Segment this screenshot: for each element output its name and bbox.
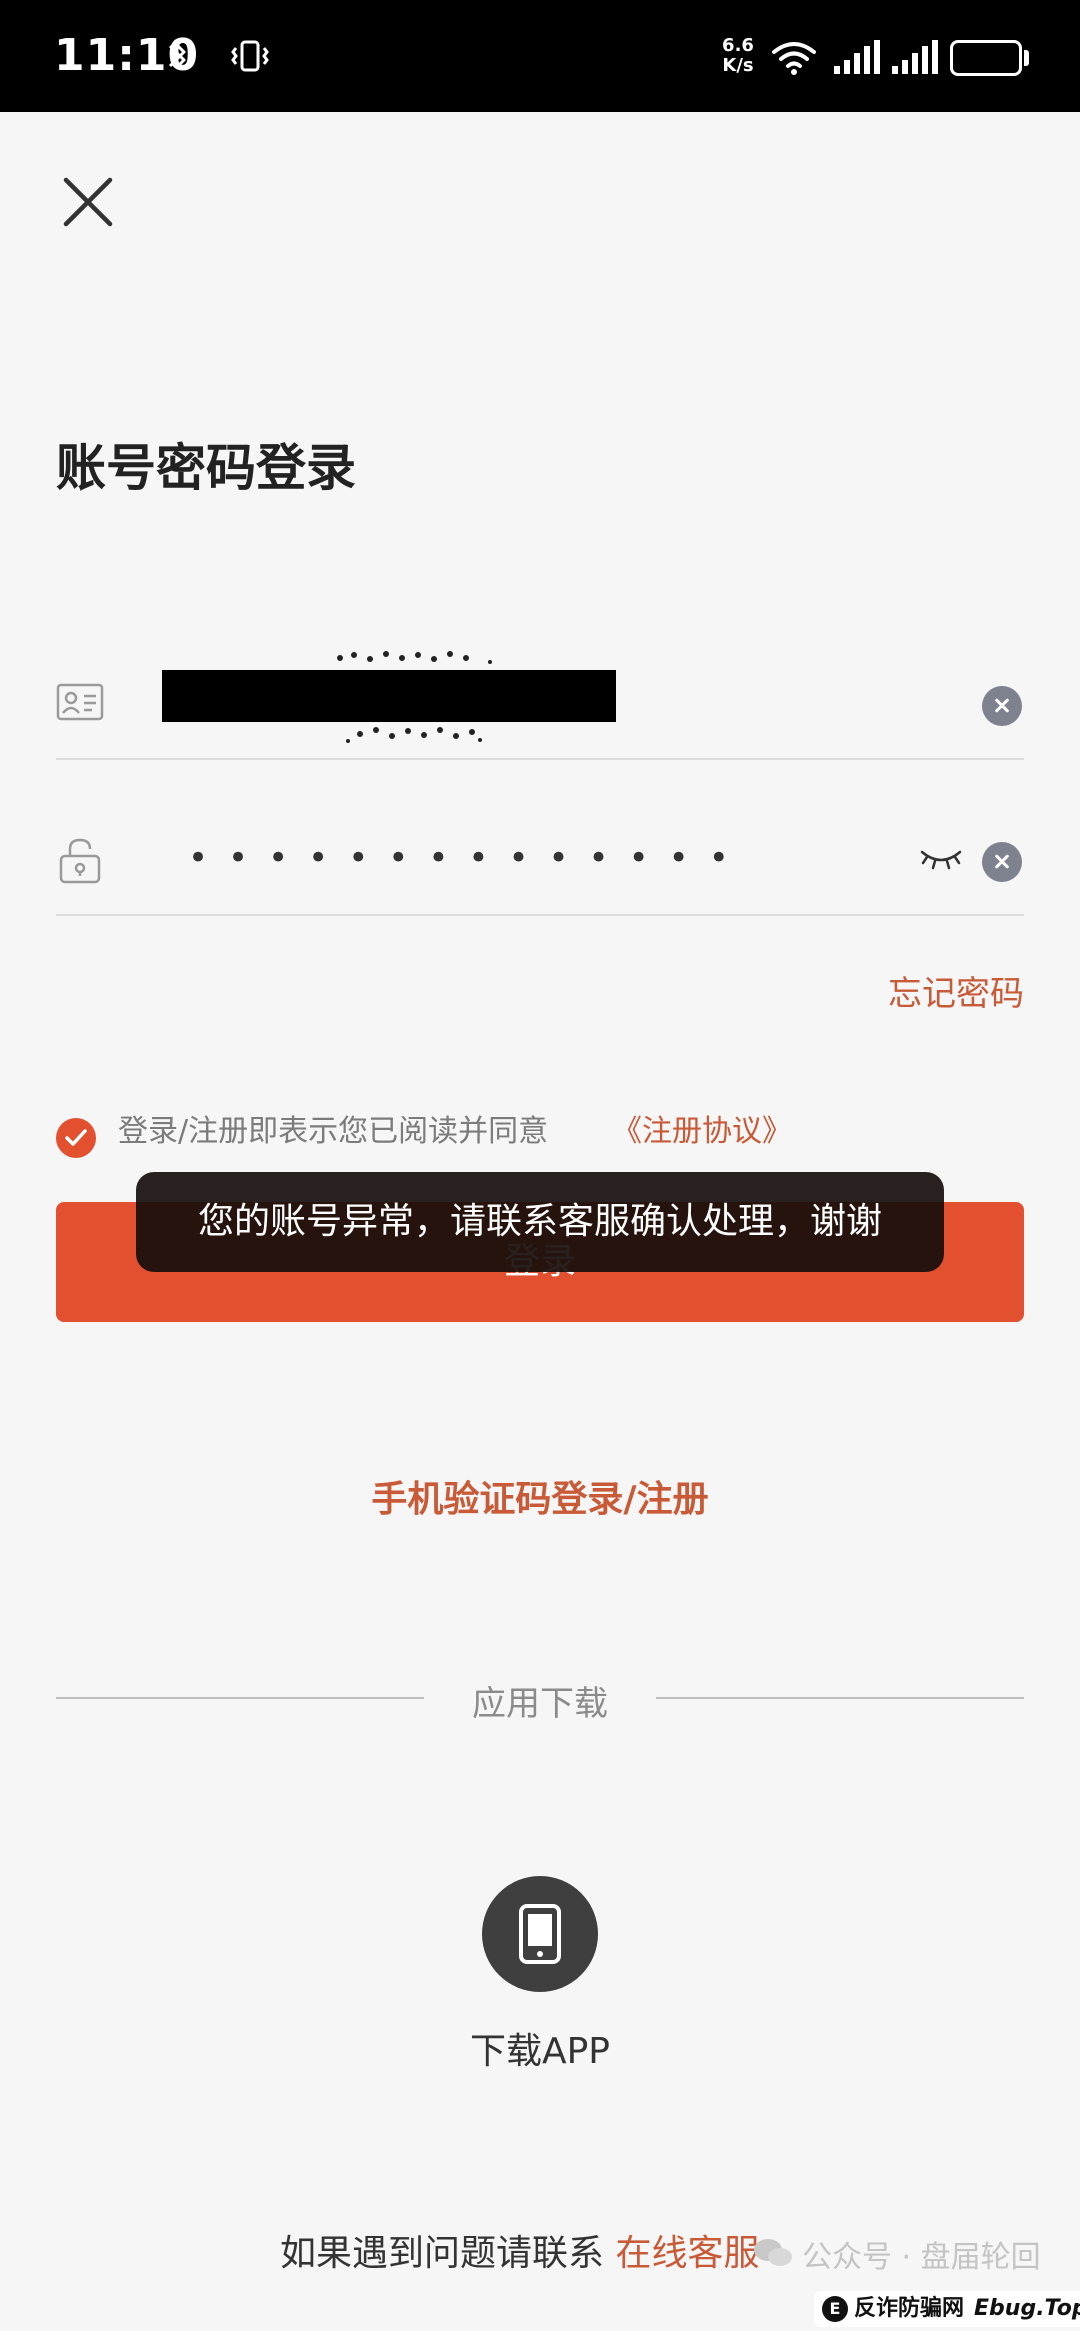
agreement-checkbox[interactable] xyxy=(56,1118,96,1158)
agreement-link[interactable]: 《注册协议》 xyxy=(612,1106,792,1150)
password-divider xyxy=(56,914,1024,916)
site-watermark: E 反诈防骗网 Ebug.Top xyxy=(814,2291,1080,2327)
page-title: 账号密码登录 xyxy=(56,439,356,497)
wechat-icon xyxy=(754,2239,792,2266)
signal-icon-2 xyxy=(892,40,938,74)
site-logo: E xyxy=(822,2296,848,2322)
wifi-icon xyxy=(772,42,816,75)
redaction-scribble xyxy=(337,651,492,743)
password-input[interactable]: •••••••••••••• xyxy=(188,838,808,878)
download-divider-right xyxy=(656,1697,1024,1699)
id-card-icon xyxy=(56,683,104,721)
agreement-text: 登录/注册即表示您已阅读并同意 xyxy=(118,1114,549,1149)
battery-text: 61 xyxy=(967,43,1005,73)
wechat-watermark: 公众号 · 盘届轮回 xyxy=(802,2240,1041,2275)
lock-icon xyxy=(59,838,101,884)
contact-text: 如果遇到问题请联系 xyxy=(280,2233,605,2274)
online-service-link[interactable]: 在线客服 xyxy=(615,2233,759,2274)
download-app-label: 下载APP xyxy=(469,2031,611,2072)
forgot-password-link[interactable]: 忘记密码 xyxy=(888,966,1024,1015)
battery-icon: 61 xyxy=(950,40,1022,76)
signal-icon xyxy=(834,40,880,74)
login-page: 11:10 6.6 K/s 61 账号密码登录 ██████████ •••••… xyxy=(0,0,1080,2331)
site-name-en: Ebug.Top xyxy=(974,2296,1080,2321)
network-speed-unit: K/s xyxy=(722,55,754,76)
network-speed: 6.6 K/s xyxy=(712,36,764,76)
phone-icon xyxy=(519,1904,561,1964)
clear-password-button[interactable] xyxy=(982,842,1022,882)
contact-line: 如果遇到问题请联系 在线客服 xyxy=(280,2224,759,2276)
status-bar: 11:10 6.6 K/s 61 xyxy=(0,0,1080,112)
vibrate-icon xyxy=(231,40,269,72)
clear-account-button[interactable] xyxy=(982,686,1022,726)
account-divider xyxy=(56,758,1024,760)
error-toast: 您的账号异常，请联系客服确认处理，谢谢 xyxy=(136,1172,944,1272)
bluetooth-icon xyxy=(168,43,186,69)
download-app-button[interactable] xyxy=(482,1876,598,1992)
download-section-title: 应用下载 xyxy=(472,1684,608,1724)
site-name-cn: 反诈防骗网 xyxy=(854,2296,965,2321)
sms-login-link[interactable]: 手机验证码登录/注册 xyxy=(0,1470,1080,1522)
check-icon xyxy=(65,1129,87,1146)
close-icon[interactable] xyxy=(58,172,118,232)
network-speed-value: 6.6 xyxy=(722,35,754,56)
eye-closed-icon[interactable] xyxy=(918,846,964,872)
battery-tip xyxy=(1024,50,1029,66)
